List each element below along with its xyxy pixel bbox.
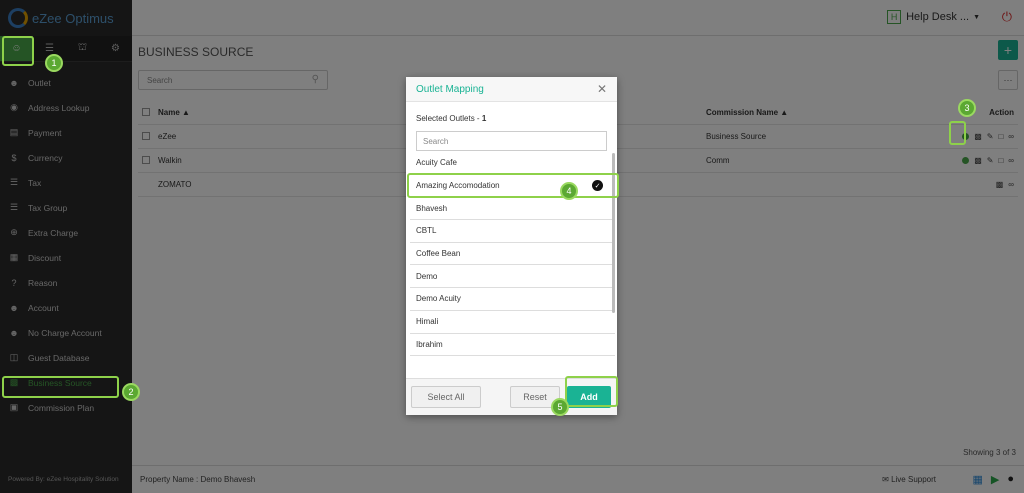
modal-title: Outlet Mapping <box>416 83 484 95</box>
outlet-mapping-dialog: Outlet Mapping ✕ Selected Outlets - 1 Se… <box>406 77 617 415</box>
list-item[interactable]: Ibrahim <box>410 334 615 357</box>
list-item[interactable]: CBTL <box>410 220 615 243</box>
outlet-search-input[interactable]: Search <box>416 131 607 151</box>
list-item[interactable]: Demo <box>410 265 615 289</box>
list-item[interactable]: Acuity Cafe <box>410 152 615 175</box>
selected-outlets-count: Selected Outlets - 1 <box>416 114 487 123</box>
list-item[interactable]: Demo Acuity <box>410 288 615 311</box>
step-badge: 3 <box>958 99 976 117</box>
step-badge: 5 <box>551 398 569 416</box>
highlight-outlet-mapping-action <box>949 121 966 145</box>
highlight-amazing-accomodation <box>407 173 619 198</box>
list-item[interactable]: Bhavesh <box>410 197 615 221</box>
list-item[interactable]: Himali <box>410 311 615 334</box>
step-badge: 4 <box>560 182 578 200</box>
highlight-business-source <box>2 376 119 398</box>
highlight-user-tab <box>2 36 34 66</box>
close-icon[interactable]: ✕ <box>597 82 607 96</box>
select-all-button[interactable]: Select All <box>411 386 481 408</box>
list-item[interactable]: Coffee Bean <box>410 243 615 266</box>
step-badge: 2 <box>122 383 140 401</box>
step-badge: 1 <box>45 54 63 72</box>
highlight-add-button <box>565 376 618 407</box>
modal-header: Outlet Mapping ✕ <box>406 77 617 102</box>
